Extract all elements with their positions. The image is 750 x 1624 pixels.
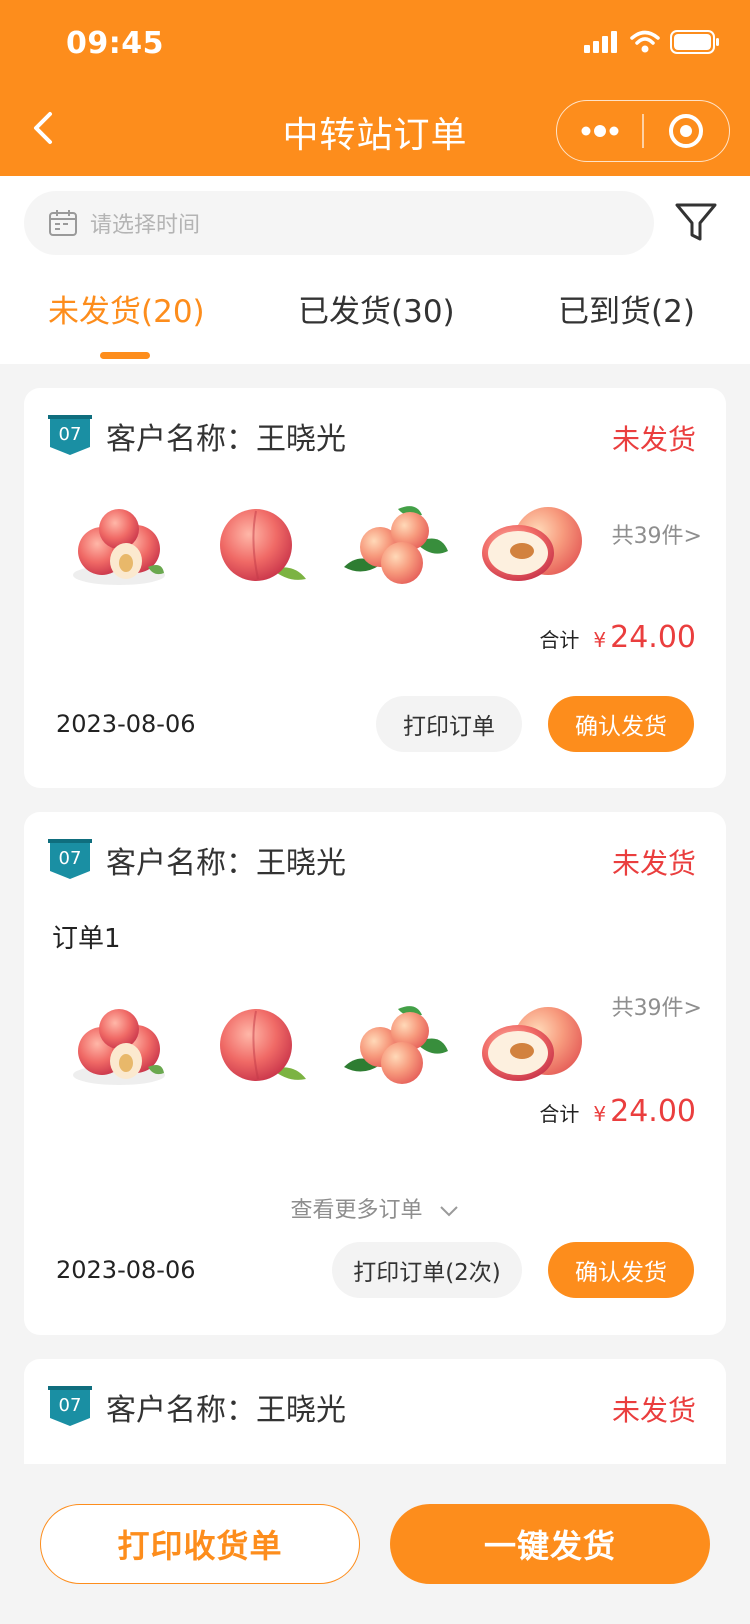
- status-tabs: 未发货(20) 已发货(30) 已到货(2): [0, 286, 750, 364]
- close-mini-program-button[interactable]: [644, 101, 729, 161]
- tab-shipped[interactable]: 已发货(30): [298, 286, 455, 331]
- confirm-ship-button[interactable]: 确认发货: [548, 1242, 694, 1298]
- order-card: 07 客户名称：王晓光 未发货 订单1 共39件> 合计 ¥ 24.00 查看更…: [24, 812, 726, 1335]
- status-icons: [584, 30, 720, 54]
- status-time: 09:45: [66, 26, 164, 61]
- halved-peach-image: [482, 1007, 582, 1081]
- single-peach-image: [220, 509, 306, 581]
- more-dots-icon: [581, 125, 619, 137]
- peaches-plate-image: [73, 1009, 165, 1085]
- target-icon: [669, 114, 704, 148]
- confirm-ship-button[interactable]: 确认发货: [548, 696, 694, 752]
- nav-header: 09:45 中转站订单: [0, 0, 750, 176]
- print-order-button[interactable]: 打印订单(2次): [332, 1242, 522, 1298]
- mini-program-capsule: [556, 100, 730, 162]
- order-total: 合计 ¥ 24.00: [539, 620, 696, 655]
- view-more-label: 查看更多订单: [290, 1198, 423, 1223]
- currency-symbol: ¥: [593, 1102, 607, 1126]
- order-total: 合计 ¥ 24.00: [539, 1094, 696, 1129]
- signal-icon: [584, 31, 617, 53]
- tab-active-indicator: [100, 352, 150, 359]
- order-date: 2023-08-06: [56, 1256, 196, 1284]
- print-order-button[interactable]: 打印订单: [376, 696, 522, 752]
- tab-unshipped[interactable]: 未发货(20): [48, 286, 205, 331]
- total-label: 合计: [539, 628, 580, 652]
- battery-icon: [670, 30, 719, 54]
- print-receipt-button[interactable]: 打印收货单: [40, 1504, 360, 1584]
- peaches-with-leaves-image: [344, 1006, 448, 1084]
- currency-symbol: ¥: [593, 628, 607, 652]
- item-count-link[interactable]: 共39件>: [612, 518, 702, 550]
- tab-arrived[interactable]: 已到货(2): [558, 286, 695, 331]
- customer-name: 客户名称：王晓光: [106, 846, 346, 881]
- filter-icon[interactable]: [674, 200, 718, 244]
- single-peach-image: [220, 1009, 306, 1081]
- badge-text: 07: [58, 424, 82, 445]
- chevron-down-icon: [439, 1206, 458, 1217]
- product-thumbnails[interactable]: [64, 500, 704, 590]
- wifi-icon: [630, 30, 660, 53]
- product-thumbnails[interactable]: [64, 1000, 704, 1090]
- customer-name: 客户名称：王晓光: [106, 1393, 346, 1428]
- order-status: 未发货: [611, 423, 696, 456]
- view-more-orders-toggle[interactable]: 查看更多订单: [24, 1192, 726, 1224]
- peaches-plate-image: [73, 509, 165, 585]
- total-amount: 24.00: [610, 620, 696, 655]
- total-amount: 24.00: [610, 1094, 696, 1129]
- order-card-header: 07 客户名称：王晓光 未发货: [48, 414, 696, 458]
- order-name: 订单1: [52, 924, 121, 954]
- order-card-header: 07 客户名称：王晓光 未发货: [48, 838, 696, 882]
- filter-section: 请选择时间 未发货(20) 已发货(30) 已到货(2): [0, 176, 750, 364]
- order-date: 2023-08-06: [56, 710, 196, 738]
- total-label: 合计: [539, 1102, 580, 1126]
- peaches-with-leaves-image: [344, 506, 448, 584]
- date-placeholder: 请选择时间: [90, 213, 201, 238]
- date-badge: 07: [48, 415, 92, 457]
- more-button[interactable]: [557, 101, 642, 161]
- ship-all-button[interactable]: 一键发货: [390, 1504, 710, 1584]
- bottom-action-bar: 打印收货单 一键发货: [0, 1464, 750, 1624]
- customer-name: 客户名称：王晓光: [106, 422, 346, 457]
- order-card: 07 客户名称：王晓光 未发货 共39件> 合计 ¥ 24.00 2023-08…: [24, 388, 726, 788]
- order-card-header: 07 客户名称：王晓光 未发货: [48, 1385, 696, 1429]
- item-count-link[interactable]: 共39件>: [612, 990, 702, 1022]
- badge-text: 07: [58, 1395, 82, 1416]
- date-picker[interactable]: 请选择时间: [24, 191, 654, 255]
- badge-text: 07: [58, 848, 82, 869]
- date-badge: 07: [48, 839, 92, 881]
- order-status: 未发货: [611, 847, 696, 880]
- halved-peach-image: [482, 507, 582, 581]
- date-badge: 07: [48, 1386, 92, 1428]
- calendar-icon: [49, 210, 77, 236]
- order-status: 未发货: [611, 1394, 696, 1427]
